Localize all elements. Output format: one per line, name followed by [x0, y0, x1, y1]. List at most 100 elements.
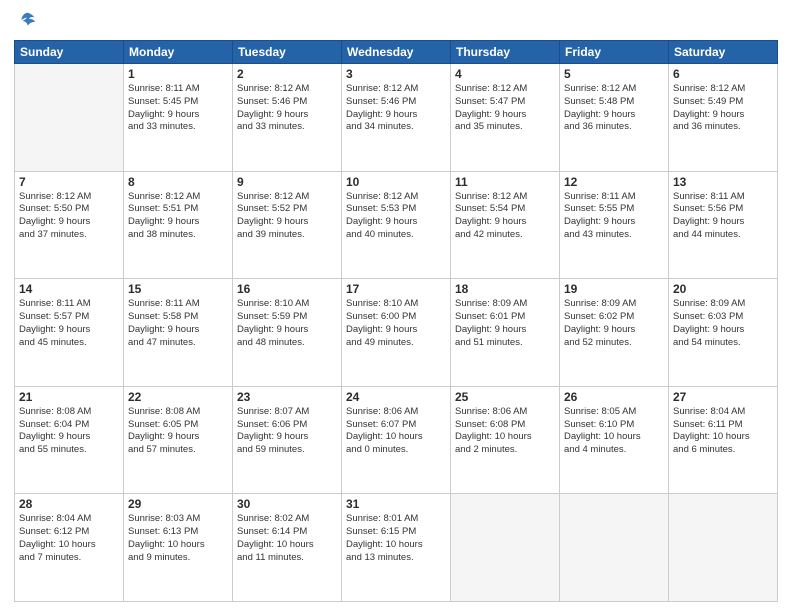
day-number: 16: [237, 282, 337, 296]
day-info: Sunrise: 8:12 AM Sunset: 5:50 PM Dayligh…: [19, 191, 119, 242]
day-cell: 1 Sunrise: 8:11 AM Sunset: 5:45 PM Daylig…: [124, 64, 233, 172]
day-info: Sunrise: 8:12 AM Sunset: 5:46 PM Dayligh…: [237, 83, 337, 134]
day-info: Sunrise: 8:06 AM Sunset: 6:07 PM Dayligh…: [346, 406, 446, 457]
day-number: 15: [128, 282, 228, 296]
day-info: Sunrise: 8:05 AM Sunset: 6:10 PM Dayligh…: [564, 406, 664, 457]
col-header-saturday: Saturday: [669, 41, 778, 64]
day-number: 22: [128, 390, 228, 404]
header: [14, 10, 778, 32]
day-number: 14: [19, 282, 119, 296]
day-number: 27: [673, 390, 773, 404]
day-number: 26: [564, 390, 664, 404]
day-number: 23: [237, 390, 337, 404]
day-cell: 19 Sunrise: 8:09 AM Sunset: 6:02 PM Dayli…: [560, 279, 669, 387]
day-number: 17: [346, 282, 446, 296]
day-info: Sunrise: 8:12 AM Sunset: 5:46 PM Dayligh…: [346, 83, 446, 134]
day-cell: 27 Sunrise: 8:04 AM Sunset: 6:11 PM Dayli…: [669, 386, 778, 494]
day-number: 9: [237, 175, 337, 189]
col-header-wednesday: Wednesday: [342, 41, 451, 64]
day-cell: 24 Sunrise: 8:06 AM Sunset: 6:07 PM Dayli…: [342, 386, 451, 494]
day-cell: 14Sunrise: 8:11 AM Sunset: 5:57 PM Dayli…: [15, 279, 124, 387]
day-number: 13: [673, 175, 773, 189]
day-number: 28: [19, 497, 119, 511]
day-cell: 23 Sunrise: 8:07 AM Sunset: 6:06 PM Dayli…: [233, 386, 342, 494]
day-number: 31: [346, 497, 446, 511]
day-info: Sunrise: 8:09 AM Sunset: 6:01 PM Dayligh…: [455, 298, 555, 349]
day-cell: 2Sunrise: 8:12 AM Sunset: 5:46 PM Daylig…: [233, 64, 342, 172]
day-number: 1: [128, 67, 228, 81]
col-header-monday: Monday: [124, 41, 233, 64]
calendar-header-row: SundayMondayTuesdayWednesdayThursdayFrid…: [15, 41, 778, 64]
page: SundayMondayTuesdayWednesdayThursdayFrid…: [0, 0, 792, 612]
week-row-2: 7 Sunrise: 8:12 AM Sunset: 5:50 PM Daylig…: [15, 171, 778, 279]
day-cell: 30Sunrise: 8:02 AM Sunset: 6:14 PM Dayli…: [233, 494, 342, 602]
day-cell: 8 Sunrise: 8:12 AM Sunset: 5:51 PM Daylig…: [124, 171, 233, 279]
day-info: Sunrise: 8:01 AM Sunset: 6:15 PM Dayligh…: [346, 513, 446, 564]
day-cell: 31 Sunrise: 8:01 AM Sunset: 6:15 PM Dayli…: [342, 494, 451, 602]
day-cell: 5 Sunrise: 8:12 AM Sunset: 5:48 PM Daylig…: [560, 64, 669, 172]
day-number: 25: [455, 390, 555, 404]
logo: [14, 10, 38, 32]
day-info: Sunrise: 8:09 AM Sunset: 6:02 PM Dayligh…: [564, 298, 664, 349]
day-info: Sunrise: 8:12 AM Sunset: 5:54 PM Dayligh…: [455, 191, 555, 242]
day-number: 18: [455, 282, 555, 296]
day-cell: 15 Sunrise: 8:11 AM Sunset: 5:58 PM Dayli…: [124, 279, 233, 387]
day-cell: 25 Sunrise: 8:06 AM Sunset: 6:08 PM Dayli…: [451, 386, 560, 494]
day-info: Sunrise: 8:11 AM Sunset: 5:45 PM Dayligh…: [128, 83, 228, 134]
day-cell: 4 Sunrise: 8:12 AM Sunset: 5:47 PM Daylig…: [451, 64, 560, 172]
day-cell: 9 Sunrise: 8:12 AM Sunset: 5:52 PM Daylig…: [233, 171, 342, 279]
day-info: Sunrise: 8:08 AM Sunset: 6:04 PM Dayligh…: [19, 406, 119, 457]
day-info: Sunrise: 8:12 AM Sunset: 5:52 PM Dayligh…: [237, 191, 337, 242]
day-number: 8: [128, 175, 228, 189]
day-cell: 6Sunrise: 8:12 AM Sunset: 5:49 PM Daylig…: [669, 64, 778, 172]
day-cell: 7 Sunrise: 8:12 AM Sunset: 5:50 PM Daylig…: [15, 171, 124, 279]
day-info: Sunrise: 8:10 AM Sunset: 5:59 PM Dayligh…: [237, 298, 337, 349]
day-cell: [15, 64, 124, 172]
day-cell: 29 Sunrise: 8:03 AM Sunset: 6:13 PM Dayli…: [124, 494, 233, 602]
day-cell: [669, 494, 778, 602]
week-row-1: 1 Sunrise: 8:11 AM Sunset: 5:45 PM Daylig…: [15, 64, 778, 172]
week-row-4: 21 Sunrise: 8:08 AM Sunset: 6:04 PM Dayli…: [15, 386, 778, 494]
day-number: 24: [346, 390, 446, 404]
col-header-friday: Friday: [560, 41, 669, 64]
day-number: 19: [564, 282, 664, 296]
day-number: 3: [346, 67, 446, 81]
day-info: Sunrise: 8:11 AM Sunset: 5:58 PM Dayligh…: [128, 298, 228, 349]
day-cell: 26 Sunrise: 8:05 AM Sunset: 6:10 PM Dayli…: [560, 386, 669, 494]
day-info: Sunrise: 8:06 AM Sunset: 6:08 PM Dayligh…: [455, 406, 555, 457]
day-number: 7: [19, 175, 119, 189]
day-info: Sunrise: 8:12 AM Sunset: 5:47 PM Dayligh…: [455, 83, 555, 134]
day-cell: 10 Sunrise: 8:12 AM Sunset: 5:53 PM Dayli…: [342, 171, 451, 279]
day-info: Sunrise: 8:08 AM Sunset: 6:05 PM Dayligh…: [128, 406, 228, 457]
day-info: Sunrise: 8:04 AM Sunset: 6:11 PM Dayligh…: [673, 406, 773, 457]
day-info: Sunrise: 8:12 AM Sunset: 5:53 PM Dayligh…: [346, 191, 446, 242]
day-cell: 16 Sunrise: 8:10 AM Sunset: 5:59 PM Dayli…: [233, 279, 342, 387]
day-number: 29: [128, 497, 228, 511]
col-header-sunday: Sunday: [15, 41, 124, 64]
day-number: 21: [19, 390, 119, 404]
col-header-thursday: Thursday: [451, 41, 560, 64]
day-info: Sunrise: 8:11 AM Sunset: 5:56 PM Dayligh…: [673, 191, 773, 242]
day-number: 4: [455, 67, 555, 81]
day-info: Sunrise: 8:09 AM Sunset: 6:03 PM Dayligh…: [673, 298, 773, 349]
day-cell: 13 Sunrise: 8:11 AM Sunset: 5:56 PM Dayli…: [669, 171, 778, 279]
day-info: Sunrise: 8:03 AM Sunset: 6:13 PM Dayligh…: [128, 513, 228, 564]
day-info: Sunrise: 8:11 AM Sunset: 5:55 PM Dayligh…: [564, 191, 664, 242]
day-number: 20: [673, 282, 773, 296]
week-row-3: 14Sunrise: 8:11 AM Sunset: 5:57 PM Dayli…: [15, 279, 778, 387]
day-number: 12: [564, 175, 664, 189]
day-cell: 11Sunrise: 8:12 AM Sunset: 5:54 PM Dayli…: [451, 171, 560, 279]
day-cell: [560, 494, 669, 602]
day-number: 30: [237, 497, 337, 511]
day-info: Sunrise: 8:12 AM Sunset: 5:51 PM Dayligh…: [128, 191, 228, 242]
day-info: Sunrise: 8:12 AM Sunset: 5:48 PM Dayligh…: [564, 83, 664, 134]
day-number: 5: [564, 67, 664, 81]
day-cell: 17Sunrise: 8:10 AM Sunset: 6:00 PM Dayli…: [342, 279, 451, 387]
day-cell: 3 Sunrise: 8:12 AM Sunset: 5:46 PM Daylig…: [342, 64, 451, 172]
day-info: Sunrise: 8:07 AM Sunset: 6:06 PM Dayligh…: [237, 406, 337, 457]
day-cell: 18 Sunrise: 8:09 AM Sunset: 6:01 PM Dayli…: [451, 279, 560, 387]
day-cell: [451, 494, 560, 602]
day-cell: 22 Sunrise: 8:08 AM Sunset: 6:05 PM Dayli…: [124, 386, 233, 494]
logo-bird-icon: [16, 10, 38, 32]
day-number: 10: [346, 175, 446, 189]
